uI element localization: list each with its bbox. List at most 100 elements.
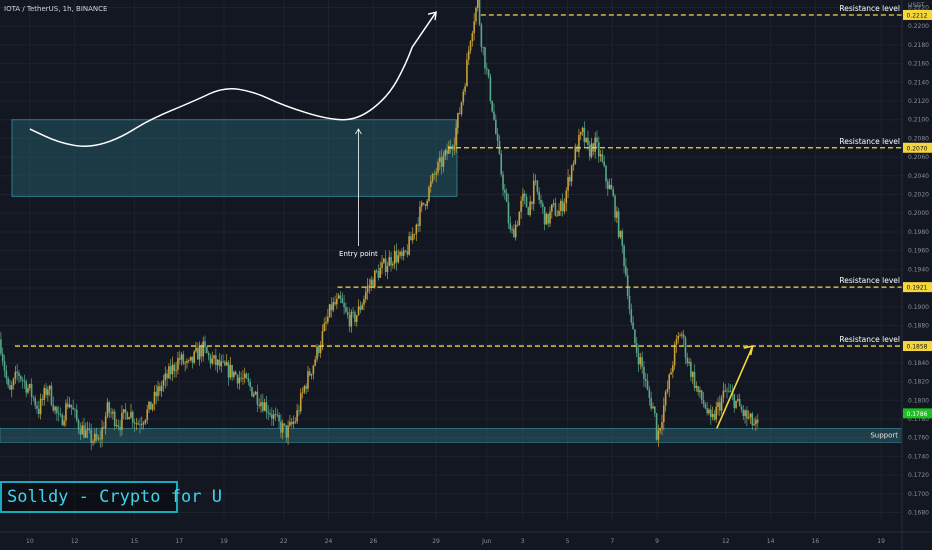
candle-body — [558, 210, 560, 216]
time-tick-label: 15 — [131, 538, 139, 545]
candle-body — [350, 311, 353, 327]
candle-body — [393, 250, 396, 264]
candle-body — [751, 413, 754, 426]
candle-body — [641, 357, 643, 367]
price-tick-label: 0.2120 — [908, 98, 929, 105]
time-axis[interactable]: 10 12 15 17 19 22 24 26 29 Jun 3 5 7 9 12 14 16 19 — [0, 531, 932, 545]
candle-body — [395, 250, 398, 263]
candle-body — [563, 203, 566, 212]
candle-body — [755, 419, 757, 425]
resistance-label: Resistance level — [839, 335, 900, 344]
time-tick-label: 3 — [521, 538, 525, 545]
candle-body — [426, 200, 428, 206]
candle-body — [422, 202, 425, 205]
candle-body — [157, 386, 159, 397]
candle-body — [664, 391, 667, 406]
candle-body — [673, 344, 676, 366]
candle-body — [630, 309, 633, 323]
time-tick-label: 9 — [655, 538, 659, 545]
candle-body — [552, 203, 555, 205]
price-tick-label: 0.1840 — [908, 360, 929, 367]
candle-body — [744, 410, 746, 416]
candle-body — [715, 407, 717, 420]
candle-body — [446, 150, 448, 154]
candle-body — [294, 421, 297, 423]
candle-body — [137, 423, 139, 425]
candle-body — [560, 200, 562, 211]
candle-body — [415, 224, 418, 235]
price-tick-label: 0.1820 — [908, 379, 929, 386]
candle-body — [23, 380, 26, 382]
candle-body — [72, 407, 74, 410]
candle-body — [578, 134, 580, 152]
candle-body — [749, 413, 752, 418]
candle-body — [281, 423, 284, 433]
candle-body — [9, 385, 11, 390]
candle-body — [597, 142, 600, 157]
candle-body — [753, 424, 755, 426]
candle-body — [278, 414, 280, 422]
candle-body — [574, 146, 577, 164]
candle-body — [482, 46, 484, 48]
candle-body — [21, 379, 24, 381]
candle-body — [457, 113, 459, 128]
candle-body — [675, 339, 678, 345]
candle-body — [603, 161, 605, 166]
candle-body — [130, 411, 132, 418]
candle-body — [323, 323, 326, 332]
candle-body — [121, 412, 123, 430]
candle-body — [635, 343, 638, 353]
price-tick-label: 0.2160 — [908, 61, 929, 68]
candle-body — [139, 424, 141, 426]
candle-body — [112, 411, 114, 414]
candle-body — [590, 143, 593, 157]
candle-body — [554, 203, 557, 216]
candle-body — [119, 426, 121, 430]
candle-body — [5, 370, 8, 379]
price-tick-label: 0.2180 — [908, 42, 929, 49]
candle-body — [70, 404, 73, 408]
candle-body — [66, 403, 69, 408]
candle-body — [12, 378, 15, 386]
candle-body — [666, 388, 669, 392]
candle-body — [681, 334, 683, 336]
time-tick-label: 12 — [722, 538, 730, 545]
candle-body — [104, 416, 107, 429]
candle-body — [747, 417, 750, 419]
candle-body — [509, 223, 512, 230]
candle-body — [18, 372, 20, 377]
candle-body — [292, 421, 295, 425]
candle-body — [207, 353, 210, 356]
resistance-price-text: 0.2212 — [907, 12, 928, 19]
candle-body — [45, 388, 47, 395]
candle-body — [1, 353, 4, 362]
price-axis[interactable]: 0.22200.22000.21800.21600.21400.21200.21… — [901, 0, 932, 550]
candle-body — [556, 215, 559, 217]
candle-body — [688, 361, 690, 364]
resistance-label: Resistance level — [839, 137, 900, 146]
candle-body — [363, 299, 365, 305]
candle-body — [298, 410, 300, 412]
candle-body — [220, 361, 223, 367]
candle-body — [16, 371, 18, 373]
candle-body — [462, 91, 465, 103]
candle-body — [451, 148, 454, 150]
candle-body — [43, 388, 46, 400]
candle-body — [372, 279, 374, 287]
candle-body — [572, 163, 575, 166]
candle-body — [215, 355, 217, 366]
price-tick-label: 0.1740 — [908, 453, 929, 460]
price-chart[interactable]: Support Resistance level Resistance level… — [0, 0, 932, 550]
candle-body — [84, 430, 87, 438]
candle-body — [359, 306, 362, 310]
price-tick-label: 0.2000 — [908, 210, 929, 217]
candle-body — [587, 137, 589, 145]
candle-body — [106, 402, 109, 417]
candle-body — [160, 385, 163, 392]
candle-body — [19, 376, 22, 380]
current-price-text: 0.1786 — [907, 411, 928, 418]
resistance-label: Resistance level — [839, 276, 900, 285]
candle-body — [97, 438, 100, 440]
candle-body — [336, 298, 338, 305]
candle-body — [124, 409, 127, 413]
